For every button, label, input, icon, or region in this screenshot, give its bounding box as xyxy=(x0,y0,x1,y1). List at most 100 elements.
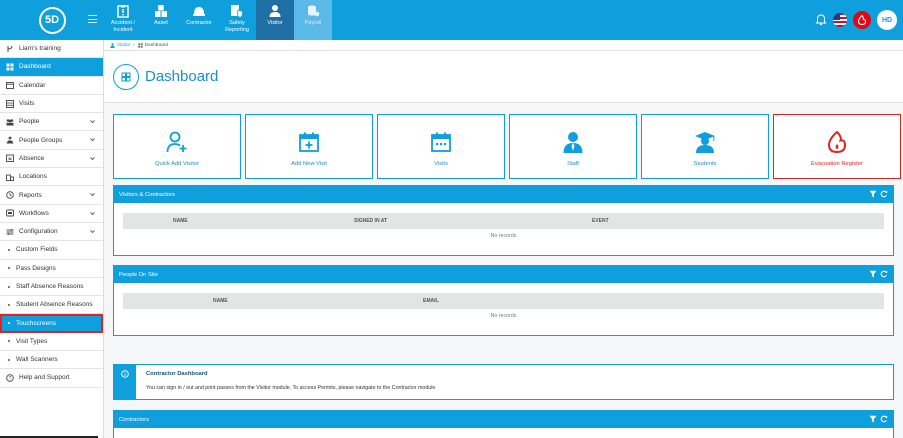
tile-label: Staff xyxy=(567,161,579,167)
page-header: Dashboard xyxy=(104,51,903,103)
column-header-signed-in-at[interactable]: SIGNED IN AT xyxy=(354,218,387,224)
refresh-icon[interactable] xyxy=(880,270,888,278)
staff-tile[interactable]: Staff xyxy=(509,114,637,179)
sidebar-item-label: Touchscreens xyxy=(16,319,57,327)
clipboard-icon xyxy=(117,5,129,18)
tile-label: Students xyxy=(693,161,717,167)
sidebar-item-staff-absence-reasons[interactable]: Staff Absence Reasons xyxy=(0,278,103,297)
filter-icon[interactable] xyxy=(869,415,877,423)
tile-label: Evacuation Register xyxy=(811,161,863,167)
module-accident-incident[interactable]: Accident / Incident xyxy=(104,0,142,40)
module-label: Payroll xyxy=(304,20,322,26)
calendar-dots-icon xyxy=(431,132,451,152)
us-flag-icon[interactable] xyxy=(833,13,847,27)
sidebar-item-calendar[interactable]: Calendar xyxy=(0,77,103,95)
sidebar-item-reports[interactable]: Reports xyxy=(0,186,103,205)
module-safety-reporting[interactable]: Safety Reporting xyxy=(218,0,256,40)
module-payroll[interactable]: Payroll xyxy=(294,0,332,40)
bullet xyxy=(8,285,10,288)
refresh-icon[interactable] xyxy=(880,415,888,423)
graduate-icon xyxy=(695,132,715,153)
sidebar-item-label: People xyxy=(19,118,40,126)
sidebar-item-label: Wall Scanners xyxy=(16,356,58,364)
sidebar-item-liams-training[interactable]: Liam's training xyxy=(0,40,103,59)
chevron-down-icon xyxy=(90,156,95,160)
breadcrumb-current: Dashboard xyxy=(144,42,169,48)
refresh-icon[interactable] xyxy=(880,190,888,198)
fire-icon xyxy=(827,131,847,153)
sidebar-item-people[interactable]: People xyxy=(0,113,103,132)
location-icon xyxy=(6,174,14,181)
bullet xyxy=(8,267,10,270)
bullet xyxy=(8,303,10,306)
students-tile[interactable]: Students xyxy=(641,114,769,179)
bullet xyxy=(8,358,10,361)
quick-add-visitor-tile[interactable]: Quick Add Visitor xyxy=(113,114,241,179)
sidebar-item-dashboard[interactable]: Dashboard xyxy=(0,58,103,77)
sidebar-item-custom-fields[interactable]: Custom Fields xyxy=(0,241,103,260)
help-icon: ? xyxy=(6,374,14,382)
sidebar-item-workflows[interactable]: Workflows xyxy=(0,205,103,223)
panel-tools xyxy=(869,190,888,198)
sidebar-item-help-and-support[interactable]: ? Help and Support xyxy=(0,369,103,388)
notice-text: You can sign in / out and print passes f… xyxy=(146,385,436,391)
sidebar-item-visits[interactable]: Visits xyxy=(0,95,103,114)
app-logo[interactable]: 5D xyxy=(38,6,66,34)
sidebar-item-label: Liam's training xyxy=(19,45,61,53)
sidebar-item-label: Visits xyxy=(19,100,35,108)
tile-label: Quick Add Visitor xyxy=(154,161,200,167)
module-contractor[interactable]: Contractor xyxy=(180,0,218,40)
sidebar-item-label: Student Absence Reasons xyxy=(16,301,93,309)
empty-state-text: No records xyxy=(490,313,517,319)
contractor-dashboard-notice: Contractor Dashboard You can sign in / o… xyxy=(113,364,894,400)
person-icon xyxy=(269,5,281,17)
menu-toggle-icon[interactable] xyxy=(88,15,97,23)
sidebar-item-label: Configuration xyxy=(19,228,58,236)
column-header-name[interactable]: NAME xyxy=(213,298,228,304)
module-label: Contractor xyxy=(186,20,212,26)
bell-icon[interactable] xyxy=(815,14,827,26)
sidebar-item-locations[interactable]: Locations xyxy=(0,168,103,187)
table-header: NAME EMAIL xyxy=(123,293,884,309)
module-asset[interactable]: Asset xyxy=(142,0,180,40)
svg-text:?: ? xyxy=(9,376,12,382)
logo-area: 5D xyxy=(0,0,104,40)
sidebar-item-visit-types[interactable]: Visit Types xyxy=(0,333,103,352)
sidebar-item-label: Calendar xyxy=(19,81,46,89)
visits-tile[interactable]: Visits xyxy=(377,114,505,179)
module-visitor[interactable]: Visitor xyxy=(256,0,294,40)
sidebar-item-pass-designs[interactable]: Pass Designs xyxy=(0,260,103,278)
breadcrumb-visitor-link[interactable]: Visitor xyxy=(110,43,130,48)
panel-header: Contractors xyxy=(114,411,893,428)
notice-body: Contractor Dashboard You can sign in / o… xyxy=(136,365,445,399)
list-icon xyxy=(6,99,14,108)
add-new-visit-tile[interactable]: Add New Visit xyxy=(245,114,373,179)
sidebar-item-touchscreens[interactable]: Touchscreens xyxy=(0,314,103,333)
sidebar-item-label: Staff Absence Reasons xyxy=(16,283,84,290)
tile-label: Visits xyxy=(434,161,448,167)
filter-icon[interactable] xyxy=(869,270,877,278)
sidebar-item-wall-scanners[interactable]: Wall Scanners xyxy=(0,351,103,370)
column-header-event[interactable]: EVENT xyxy=(592,218,609,224)
filter-icon[interactable] xyxy=(869,190,877,198)
config-icon xyxy=(6,228,14,235)
user-avatar[interactable]: HD xyxy=(877,10,897,30)
evacuation-register-tile[interactable]: Evacuation Register xyxy=(773,114,901,179)
chevron-down-icon xyxy=(90,230,95,234)
sidebar-item-configuration[interactable]: Configuration xyxy=(0,223,103,242)
panel-tools xyxy=(869,415,888,423)
coins-icon xyxy=(308,5,320,17)
chevron-down-icon xyxy=(90,138,95,142)
evacuation-alert-button[interactable] xyxy=(853,11,871,29)
panel-title: People On Site xyxy=(119,271,158,278)
main-content: Visitor / Dashboard Dashboard Quick Add … xyxy=(104,40,903,438)
sidebar-item-label: Pass Designs xyxy=(16,264,56,272)
sidebar-item-student-absence-reasons[interactable]: Student Absence Reasons xyxy=(0,296,103,315)
sidebar-item-absence[interactable]: Absence xyxy=(0,150,103,169)
sidebar-item-people-groups[interactable]: People Groups xyxy=(0,131,103,150)
groups-icon xyxy=(6,136,14,144)
panel-header: People On Site xyxy=(114,266,893,283)
column-header-email[interactable]: EMAIL xyxy=(423,298,439,304)
shield-report-icon xyxy=(231,5,243,18)
column-header-name[interactable]: NAME xyxy=(173,218,188,224)
